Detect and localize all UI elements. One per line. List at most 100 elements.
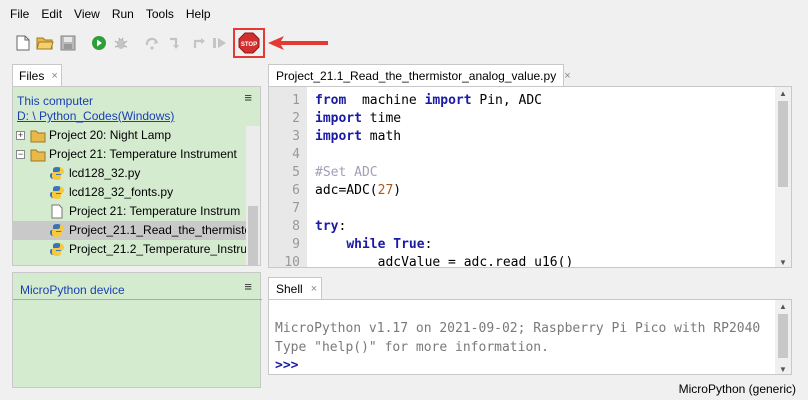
code-text: try: — [315, 218, 346, 236]
hamburger-menu-icon[interactable]: ≡ — [244, 279, 252, 294]
file-icon — [51, 204, 63, 219]
code-token: time — [361, 111, 402, 126]
files-scrollbar[interactable] — [246, 126, 260, 265]
shell-scrollbar[interactable]: ▲ ▼ — [775, 300, 791, 374]
line-number: 1 — [292, 93, 300, 108]
tree-item-label: Project 21: Temperature Instrument — [49, 147, 237, 161]
tab-shell[interactable]: Shell × — [268, 277, 322, 299]
code-token: machine — [346, 93, 425, 108]
tree-item-project-21-2[interactable]: Project_21.2_Temperature_Instrun — [13, 240, 260, 259]
close-icon[interactable]: × — [311, 283, 317, 295]
python-file-icon — [50, 243, 64, 256]
step-into-icon[interactable] — [166, 33, 186, 53]
shell-tab-label: Shell — [276, 281, 303, 296]
code-line[interactable]: 10 adcValue = adc.read_u16() — [269, 254, 779, 268]
menu-view[interactable]: View — [68, 0, 106, 28]
code-line[interactable]: 5 #Set ADC — [269, 164, 779, 182]
resume-icon[interactable] — [210, 33, 230, 53]
code-line[interactable]: 8 try: — [269, 218, 779, 236]
micropython-device-label: MicroPython device — [20, 283, 125, 297]
divider — [13, 299, 262, 300]
code-line[interactable]: 6 adc=ADC(27) — [269, 182, 779, 200]
code-text: #Set ADC — [315, 164, 378, 182]
new-file-icon[interactable] — [13, 33, 33, 53]
code-token: True — [393, 237, 425, 252]
current-path-link[interactable]: D: \ Python_Codes(Windows) — [17, 109, 174, 124]
collapse-icon[interactable]: − — [16, 150, 25, 159]
scrollbar-thumb[interactable] — [778, 101, 788, 187]
scroll-down-icon[interactable]: ▼ — [779, 365, 787, 374]
menu-tools[interactable]: Tools — [140, 0, 180, 28]
editor-scrollbar[interactable]: ▲ ▼ — [775, 87, 791, 267]
tree-item-project-21[interactable]: − Project 21: Temperature Instrument — [13, 145, 260, 164]
toolbar — [0, 28, 808, 58]
tree-item-label: Project_21.1_Read_the_thermisto — [69, 223, 252, 237]
menu-run[interactable]: Run — [106, 0, 140, 28]
code-token: while — [346, 237, 386, 252]
scrollbar-thumb[interactable] — [248, 206, 258, 265]
code-text: adc=ADC(27) — [315, 182, 401, 200]
this-computer-label: This computer — [17, 94, 94, 108]
tree-item-lcd128-32[interactable]: lcd128_32.py — [13, 164, 260, 183]
python-file-icon — [50, 224, 64, 237]
code-text: from machine import Pin, ADC — [315, 92, 542, 110]
scroll-down-icon[interactable]: ▼ — [779, 258, 787, 267]
code-line[interactable]: 2 import time — [269, 110, 779, 128]
expand-icon[interactable]: + — [16, 131, 25, 140]
line-number: 8 — [292, 219, 300, 234]
code-area[interactable]: 1 from machine import Pin, ADC 2 import tim… — [269, 92, 779, 268]
step-out-icon[interactable] — [190, 33, 210, 53]
hamburger-menu-icon[interactable]: ≡ — [244, 90, 252, 105]
interpreter-status[interactable]: MicroPython (generic) — [679, 382, 796, 396]
open-folder-icon[interactable] — [35, 33, 55, 53]
code-token: adcValue = adc.read_u16() — [315, 255, 574, 268]
run-icon[interactable] — [89, 33, 109, 53]
shell-panel[interactable]: MicroPython v1.17 on 2021-09-02; Raspber… — [268, 299, 792, 375]
annotation-arrow-icon — [268, 36, 328, 50]
tree-item-label: lcd128_32.py — [69, 166, 141, 180]
scrollbar-thumb[interactable] — [778, 314, 788, 358]
tree-item-project-21-file[interactable]: Project 21: Temperature Instrum — [13, 202, 260, 221]
code-line[interactable]: 1 from machine import Pin, ADC — [269, 92, 779, 110]
line-number: 3 — [292, 129, 300, 144]
tree-item-label: Project_21.2_Temperature_Instrun — [69, 242, 254, 256]
tree-item-label: Project 21: Temperature Instrum — [69, 204, 241, 218]
shell-output-line: Type "help()" for more information. — [275, 340, 549, 355]
tree-item-project-20[interactable]: + Project 20: Night Lamp — [13, 126, 260, 145]
code-token: : — [338, 219, 347, 234]
shell-prompt[interactable]: >>> — [275, 358, 298, 373]
close-icon[interactable]: × — [564, 70, 570, 82]
code-token: #Set ADC — [315, 165, 378, 180]
tab-files[interactable]: Files × — [12, 64, 62, 86]
debug-icon[interactable] — [111, 33, 131, 53]
tree-item-label: Project 20: Night Lamp — [49, 128, 172, 142]
code-line[interactable]: 3 import math — [269, 128, 779, 146]
code-token: Pin, ADC — [471, 93, 543, 108]
menu-edit[interactable]: Edit — [35, 0, 68, 28]
files-panel: ≡ This computer D: \ Python_Codes(Window… — [12, 86, 261, 266]
menu-help[interactable]: Help — [180, 0, 217, 28]
code-line[interactable]: 4 — [269, 146, 779, 164]
code-line[interactable]: 9 while True: — [269, 236, 779, 254]
stop-button[interactable]: STOP — [233, 28, 265, 58]
code-text: while True: — [315, 236, 432, 254]
tree-item-lcd128-32-fonts[interactable]: lcd128_32_fonts.py — [13, 183, 260, 202]
scroll-up-icon[interactable]: ▲ — [779, 89, 787, 98]
scroll-up-icon[interactable]: ▲ — [779, 302, 787, 311]
code-token: 27 — [377, 183, 394, 198]
code-editor[interactable]: 1 from machine import Pin, ADC 2 import tim… — [268, 86, 792, 268]
tab-files-label: Files — [19, 68, 45, 83]
step-over-icon[interactable] — [143, 33, 163, 53]
menu-file[interactable]: File — [4, 0, 35, 28]
tab-editor-file[interactable]: Project_21.1_Read_the_thermistor_analog_… — [268, 64, 571, 86]
code-line[interactable]: 7 — [269, 200, 779, 218]
close-icon[interactable]: × — [51, 70, 57, 82]
line-number: 7 — [292, 201, 300, 216]
micropython-device-panel: MicroPython device ≡ — [12, 272, 262, 388]
shell-output-line: MicroPython v1.17 on 2021-09-02; Raspber… — [275, 321, 761, 336]
line-number: 5 — [292, 165, 300, 180]
save-icon[interactable] — [58, 33, 78, 53]
tree-item-project-21-1[interactable]: Project_21.1_Read_the_thermisto — [13, 221, 260, 240]
code-text: adcValue = adc.read_u16() — [315, 254, 574, 268]
line-number: 9 — [292, 237, 300, 252]
